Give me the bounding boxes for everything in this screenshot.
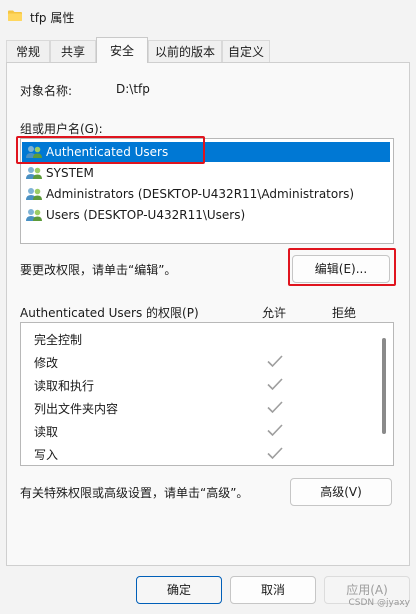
- allow-header: 允许: [262, 306, 287, 320]
- permission-list-folder: 列出文件夹内容: [34, 402, 119, 416]
- permission-read: 读取: [34, 425, 59, 439]
- group-list-label: 组或用户名(G):: [20, 122, 103, 136]
- users-icon: [26, 167, 42, 179]
- check-icon: [267, 378, 283, 391]
- tab-general[interactable]: 常规: [6, 40, 50, 62]
- watermark: CSDN @jyaxy: [348, 598, 410, 608]
- group-item-administrators[interactable]: Administrators (DESKTOP-U432R11\Administ…: [22, 184, 390, 204]
- folder-icon: [8, 10, 22, 21]
- advanced-button[interactable]: 高级(V): [290, 478, 392, 506]
- group-item-label: Users (DESKTOP-U432R11\Users): [46, 208, 246, 222]
- group-item-authenticated-users[interactable]: Authenticated Users: [22, 142, 390, 162]
- permission-modify: 修改: [34, 356, 59, 370]
- window-title: tfp 属性: [30, 11, 75, 25]
- advanced-hint: 有关特殊权限或高级设置，请单击“高级”。: [20, 486, 249, 500]
- permission-read-execute: 读取和执行: [34, 379, 95, 393]
- tab-security[interactable]: 安全: [96, 37, 148, 63]
- group-item-label: SYSTEM: [46, 166, 94, 180]
- object-name-value: D:\tfp: [116, 82, 150, 96]
- group-item-label: Administrators (DESKTOP-U432R11\Administ…: [46, 187, 355, 201]
- deny-header: 拒绝: [332, 306, 357, 320]
- tab-customize[interactable]: 自定义: [222, 40, 270, 62]
- users-icon: [26, 146, 42, 158]
- permissions-header: Authenticated Users 的权限(P): [20, 306, 199, 320]
- group-item-system[interactable]: SYSTEM: [22, 163, 390, 183]
- edit-hint: 要更改权限，请单击“编辑”。: [20, 263, 177, 277]
- group-item-users[interactable]: Users (DESKTOP-U432R11\Users): [22, 205, 390, 225]
- users-icon: [26, 209, 42, 221]
- permission-full-control: 完全控制: [34, 333, 83, 347]
- permission-write: 写入: [34, 448, 59, 462]
- object-name-label: 对象名称:: [20, 84, 73, 98]
- cancel-button[interactable]: 取消: [230, 576, 316, 604]
- ok-button[interactable]: 确定: [136, 576, 222, 604]
- tab-previous-versions[interactable]: 以前的版本: [148, 40, 222, 62]
- tab-sharing[interactable]: 共享: [50, 40, 96, 62]
- check-icon: [267, 355, 283, 368]
- users-icon: [26, 188, 42, 200]
- permissions-scrollbar[interactable]: [382, 338, 386, 434]
- group-item-label: Authenticated Users: [46, 145, 169, 159]
- edit-button[interactable]: 编辑(E)...: [292, 255, 390, 283]
- check-icon: [267, 424, 283, 437]
- check-icon: [267, 447, 283, 460]
- check-icon: [267, 401, 283, 414]
